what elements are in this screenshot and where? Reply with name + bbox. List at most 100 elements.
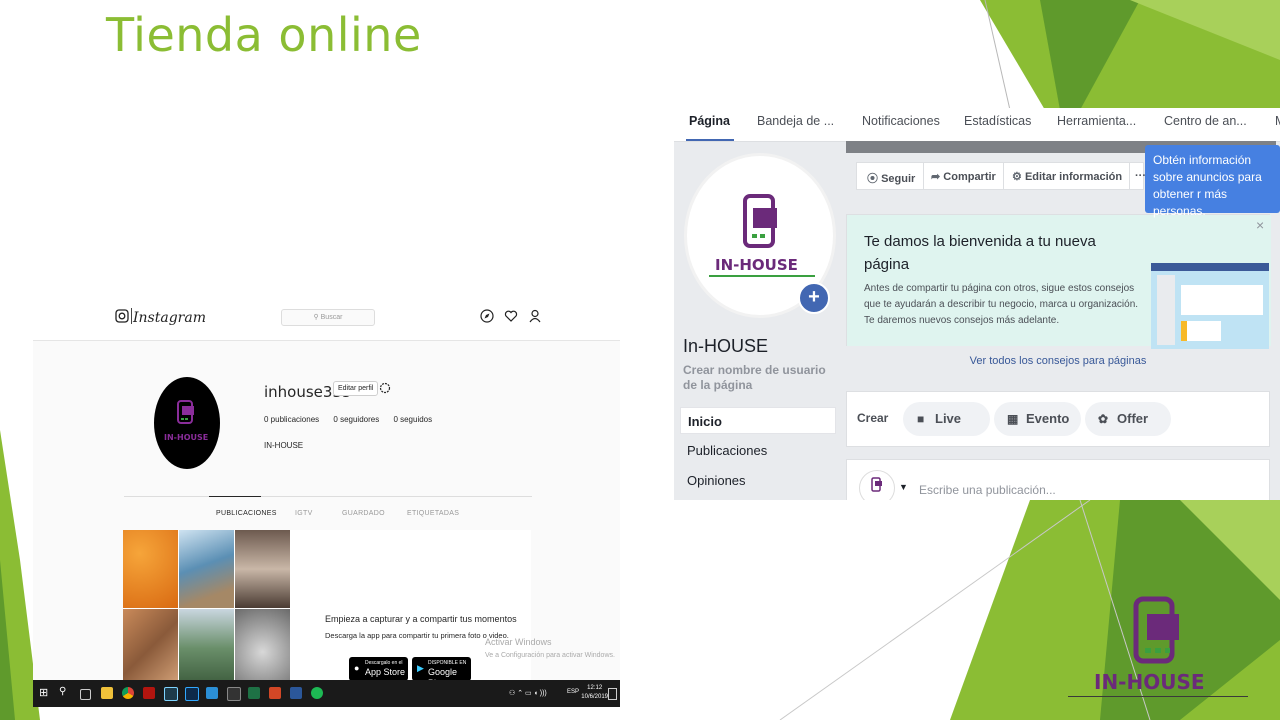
tab-pagina[interactable]: Página — [689, 114, 730, 128]
add-photo-button[interactable]: + — [798, 282, 830, 314]
search-icon[interactable]: ⚲ — [59, 686, 71, 698]
calendar-icon: ▦ — [1007, 412, 1019, 426]
word-icon[interactable] — [290, 687, 302, 699]
composer: ▼ Escribe una publicación... — [846, 459, 1270, 500]
system-tray-icons[interactable]: ⚇ ⌃ ▭ ◖ ))) — [509, 689, 547, 697]
compass-icon[interactable] — [480, 309, 494, 323]
sidebar-item-opiniones[interactable]: Opiniones — [680, 467, 836, 494]
cta-description: Descarga la app para compartir tu primer… — [325, 631, 509, 640]
inhouse-logo — [177, 400, 194, 424]
avatar-logo-text: IN-HOUSE — [164, 433, 209, 442]
follow-button[interactable]: ⦿ Seguir — [867, 170, 915, 186]
event-button[interactable]: ▦ Evento — [994, 402, 1081, 436]
taskbar-date: 10/6/2019 — [581, 694, 608, 700]
windows-activation-watermark: Activar Windows Ve a Configuración para … — [485, 636, 615, 662]
edit-info-button[interactable]: ⚙ Editar información — [1012, 170, 1122, 183]
taskbar-clock[interactable]: 12:12 10/6/2019 — [581, 684, 608, 702]
spotify-icon[interactable] — [311, 687, 323, 699]
tab-centro-anuncios[interactable]: Centro de an... — [1164, 114, 1247, 128]
welcome-card: Te damos la bienvenida a tu nueva página… — [846, 214, 1271, 349]
acrobat-icon[interactable] — [143, 687, 155, 699]
action-separator — [1003, 163, 1004, 189]
live-label: Live — [935, 411, 962, 426]
chrome-icon[interactable] — [122, 687, 134, 699]
profile-avatar[interactable]: IN-HOUSE — [154, 377, 220, 469]
live-button[interactable]: ■ Live — [903, 402, 990, 436]
instagram-wordmark[interactable]: Instagram — [133, 310, 206, 326]
header-divider — [131, 308, 132, 324]
following-count[interactable]: 0 seguidos — [393, 415, 432, 424]
active-tab-indicator — [209, 496, 261, 497]
windows-start-icon[interactable]: ⊞ — [39, 686, 51, 699]
tab-etiquetadas[interactable]: ETIQUETADAS — [407, 510, 459, 517]
sidebar-item-publicaciones[interactable]: Publicaciones — [680, 437, 836, 464]
app-store-small-text: Descargalo en el — [365, 660, 403, 666]
composer-input[interactable]: Escribe una publicación... — [919, 483, 1056, 497]
brand-logo-text: IN-HOUSE — [1094, 670, 1205, 694]
task-view-icon[interactable] — [80, 689, 91, 700]
page-nav-tabs: Página Bandeja de ... Notificaciones Est… — [674, 108, 1280, 142]
create-label: Crear — [857, 411, 889, 425]
tab-more[interactable]: M — [1275, 114, 1280, 128]
tab-herramientas[interactable]: Herramienta... — [1057, 114, 1136, 128]
profile-full-name: IN-HOUSE — [264, 441, 304, 450]
tab-estadisticas[interactable]: Estadísticas — [964, 114, 1031, 128]
rss-icon: ⦿ — [867, 173, 878, 185]
sample-photo-cactus — [179, 609, 234, 687]
welcome-description: Antes de compartir tu página con otros, … — [864, 283, 1139, 326]
inhouse-logo — [743, 194, 777, 248]
active-tab-underline — [686, 139, 734, 141]
tab-publicaciones[interactable]: PUBLICACIONES — [216, 510, 277, 517]
edit-profile-button[interactable]: Editar perfil — [333, 381, 379, 396]
followers-count[interactable]: 0 seguidores — [333, 415, 379, 424]
show-desktop-icon[interactable] — [608, 688, 617, 700]
language-indicator[interactable]: ESP — [567, 689, 579, 695]
offer-button[interactable]: ✿ Offer — [1085, 402, 1171, 436]
instagram-icon[interactable] — [115, 309, 129, 323]
caret-down-icon[interactable]: ▼ — [899, 482, 908, 492]
action-separator — [1129, 163, 1130, 189]
play-icon: ▶ — [417, 663, 424, 673]
illustration-accent — [1181, 321, 1221, 341]
follow-label: Seguir — [881, 173, 916, 185]
apple-icon: ● — [354, 663, 360, 673]
app-store-button[interactable]: Descargalo en el App Store ● — [349, 657, 408, 681]
sidebar-item-inicio[interactable]: Inicio — [680, 407, 836, 434]
video-icon: ■ — [917, 412, 925, 426]
tab-igtv[interactable]: IGTV — [295, 510, 313, 517]
cta-title: Empieza a capturar y a compartir tus mom… — [325, 614, 517, 624]
share-button[interactable]: ➦ Compartir — [931, 170, 996, 183]
tab-notificaciones[interactable]: Notificaciones — [862, 114, 940, 128]
ads-center-tooltip: Obtén información sobre anuncios para ob… — [1145, 145, 1280, 218]
excel-icon[interactable] — [248, 687, 260, 699]
taskbar-time: 12:12 — [587, 685, 603, 691]
search-input[interactable]: ⚲ Buscar — [281, 309, 375, 326]
event-label: Evento — [1026, 411, 1070, 426]
user-icon[interactable] — [528, 309, 542, 323]
create-username-link[interactable]: Crear nombre de usuario de la página — [683, 363, 833, 393]
tips-link[interactable]: Ver todos los consejos para páginas — [846, 355, 1270, 367]
page-action-bar: ⦿ Seguir ➦ Compartir ⚙ Editar informació… — [856, 162, 1146, 190]
tab-guardado[interactable]: GUARDADO — [342, 510, 385, 517]
powerpoint-icon[interactable] — [269, 687, 281, 699]
illustration-sidebar — [1157, 275, 1175, 345]
instagram-header: Instagram ⚲ Buscar — [33, 300, 620, 341]
welcome-title: Te damos la bienvenida a tu nueva página — [864, 233, 1096, 273]
close-icon[interactable]: × — [1256, 217, 1264, 233]
tab-bandeja[interactable]: Bandeja de ... — [757, 114, 834, 128]
terminal-icon[interactable] — [227, 687, 241, 701]
search-placeholder: Buscar — [320, 314, 343, 321]
profile-divider — [124, 496, 532, 497]
heart-icon[interactable] — [504, 309, 518, 323]
logo-underline — [709, 275, 815, 277]
offer-icon: ✿ — [1098, 412, 1109, 426]
google-play-button[interactable]: DISPONIBLE EN Google Play ▶ — [412, 657, 471, 688]
media-icon[interactable] — [206, 687, 218, 699]
file-explorer-icon[interactable] — [101, 687, 113, 699]
windows-taskbar: ⊞ ⚲ ⚇ ⌃ ▭ ◖ ))) ESP 12:12 10/6/2019 — [33, 680, 620, 707]
photoshop-icon[interactable] — [185, 687, 199, 701]
settings-icon[interactable] — [379, 382, 391, 394]
animate-icon[interactable] — [164, 687, 178, 701]
posts-count[interactable]: 0 publicaciones — [264, 415, 319, 424]
share-label: Compartir — [943, 171, 996, 183]
